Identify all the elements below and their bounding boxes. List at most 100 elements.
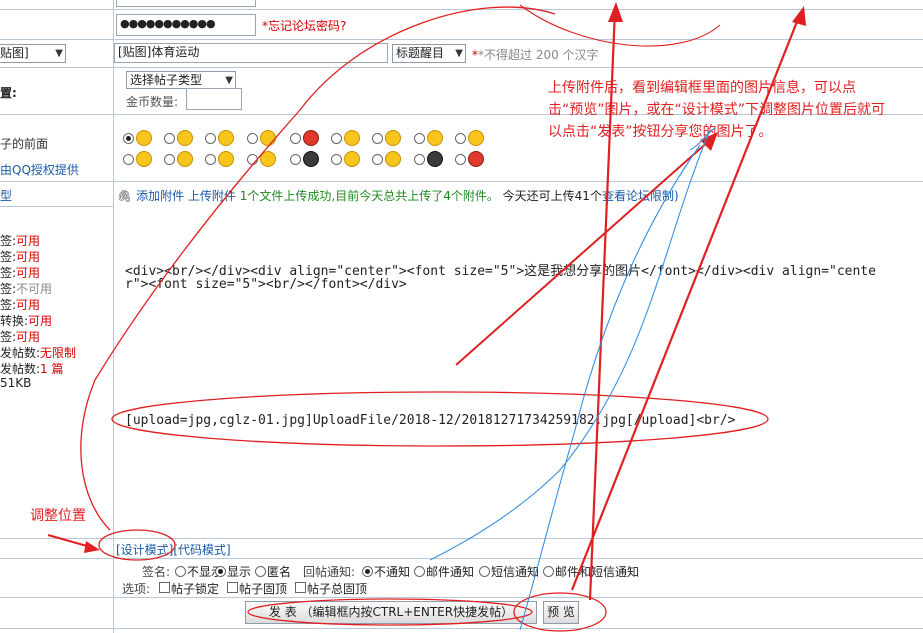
permission-value: 无限制: [40, 346, 77, 360]
paperclip-icon: 🖇: [117, 189, 133, 203]
smiley-icon: [177, 130, 193, 146]
permission-row: 转换:可用: [0, 312, 52, 329]
sign-show-radio[interactable]: [215, 566, 226, 577]
title-highlight-select[interactable]: 标题醒目 ▼: [392, 44, 466, 63]
password-field[interactable]: ●●●●●●●●●●●: [116, 14, 256, 36]
emoticon-radio[interactable]: [331, 133, 342, 144]
emoticon-radio[interactable]: [290, 133, 301, 144]
emoticon-radio[interactable]: [455, 154, 466, 165]
annotation-note: 上传附件后，看到编辑框里面的图片信息，可以点击“预览”图片，或在“设计模式”下调…: [548, 80, 886, 140]
smiley-icon: [218, 151, 234, 167]
notify-mail-label: 邮件通知: [426, 565, 475, 579]
permission-row: 发帖数:无限制: [0, 344, 76, 361]
global-pin-label: 帖子总固顶: [307, 582, 368, 596]
smiley-icon: [427, 130, 443, 146]
smiley-icon: [303, 130, 319, 146]
permission-value: 1 篇: [40, 362, 64, 376]
arrowhead-submit-up: [608, 2, 623, 22]
lock-post-checkbox[interactable]: [159, 582, 170, 593]
permission-row: 签:可用: [0, 296, 40, 313]
permission-name: 签:: [0, 250, 17, 264]
notify-none-radio[interactable]: [362, 566, 373, 577]
emoticon-radio[interactable]: [331, 154, 342, 165]
chevron-down-icon: ▼: [55, 48, 63, 59]
smiley-icon: [385, 130, 401, 146]
notify-mail-radio[interactable]: [414, 566, 425, 577]
chevron-down-icon: ▼: [455, 48, 463, 59]
emoticon-radio[interactable]: [164, 133, 175, 144]
smiley-icon: [260, 130, 276, 146]
sign-anon-radio[interactable]: [255, 566, 266, 577]
permission-row: 签:可用: [0, 328, 40, 345]
smiley-icon: [136, 151, 152, 167]
global-pin-checkbox[interactable]: [295, 582, 306, 593]
smiley-icon: [468, 130, 484, 146]
editor-upload-tag: [upload=jpg,cglz-01.jpg]UploadFile/2018-…: [125, 413, 736, 428]
emoticon-radio[interactable]: [290, 154, 301, 165]
permission-name: 发帖数:: [0, 346, 41, 360]
attachment-bar: 🖇 添加附件 上传附件 1个文件上传成功,目前今天总共上传了4个附件。 今天还可…: [117, 187, 679, 204]
emoticon-radio[interactable]: [205, 133, 216, 144]
emoticon-radio[interactable]: [414, 133, 425, 144]
sign-hide-radio[interactable]: [175, 566, 186, 577]
add-attachment-link[interactable]: 添加附件: [136, 189, 184, 203]
permission-row: 发帖数:1 篇: [0, 360, 64, 377]
smiley-icon: [260, 151, 276, 167]
permission-value: 可用: [16, 250, 41, 264]
emoticon-radio[interactable]: [123, 154, 134, 165]
permission-name: 签:: [0, 298, 17, 312]
pin-post-checkbox[interactable]: [227, 582, 238, 593]
notify-label: 回帖通知:: [303, 565, 356, 579]
title-input[interactable]: [贴图]体育运动: [114, 43, 388, 63]
smiley-icon: [468, 151, 484, 167]
emoticon-radio[interactable]: [123, 133, 134, 144]
type-row-label: 置:: [0, 86, 17, 100]
options-label: 选项:: [122, 582, 151, 596]
attach-row-label: 型: [0, 189, 13, 203]
post-type-select[interactable]: 选择帖子类型 ▼: [126, 71, 236, 89]
submit-post-button[interactable]: 发 表 （编辑框内按CTRL+ENTER快捷发帖）: [245, 601, 537, 624]
permission-name: 签:: [0, 234, 17, 248]
code-mode-link[interactable]: [代码模式]: [173, 543, 230, 557]
post-editor[interactable]: <div><br/></div><div align="center"><fon…: [114, 206, 923, 538]
forgot-password-link[interactable]: *忘记论坛密码?: [262, 19, 346, 33]
permission-row: 签:不可用: [0, 280, 52, 297]
emoticon-radio[interactable]: [372, 133, 383, 144]
emoticon-radio[interactable]: [372, 154, 383, 165]
permission-row: 签:可用: [0, 264, 40, 281]
emoticon-radio[interactable]: [205, 154, 216, 165]
preview-button[interactable]: 预 览: [543, 601, 579, 624]
smiley-icon: [385, 151, 401, 167]
sign-label: 签名:: [142, 565, 171, 579]
qq-provider-link[interactable]: 由QQ授权提供: [0, 161, 79, 178]
notify-mail-sms-radio[interactable]: [543, 566, 554, 577]
sign-anon-label: 匿名: [267, 565, 292, 579]
permission-value: 不可用: [16, 282, 53, 296]
notify-sms-radio[interactable]: [479, 566, 490, 577]
title-prefix-select[interactable]: 贴图] ▼: [0, 44, 66, 63]
upload-attachment-link[interactable]: 上传附件: [188, 189, 236, 203]
permission-row: 51KB: [0, 376, 31, 390]
username-field[interactable]: [116, 0, 256, 7]
smiley-icon: [177, 151, 193, 167]
permission-name: 51KB: [0, 376, 32, 390]
smiley-icon: [427, 151, 443, 167]
coin-label: 金币数量:: [126, 95, 179, 109]
permission-name: 签:: [0, 266, 17, 280]
emoticon-radio[interactable]: [247, 154, 258, 165]
coin-input[interactable]: [186, 88, 242, 110]
pin-post-label: 帖子固顶: [239, 582, 288, 596]
editor-html-line2: r"><font size="5"><br/></font></div>: [125, 277, 407, 292]
emoticon-radio[interactable]: [164, 154, 175, 165]
view-limit-link[interactable]: 查看论坛限制): [602, 189, 679, 203]
design-mode-link[interactable]: [设计模式]: [116, 543, 173, 557]
emoticon-radio[interactable]: [455, 133, 466, 144]
smiley-icon: [344, 151, 360, 167]
emoticon-label: 子的前面: [0, 137, 49, 151]
permission-name: 签:: [0, 282, 17, 296]
arrowhead-adjust: [84, 541, 100, 553]
permission-value: 可用: [16, 266, 41, 280]
emoticon-radio[interactable]: [247, 133, 258, 144]
emoticon-radio[interactable]: [414, 154, 425, 165]
permission-row: 签:可用: [0, 232, 40, 249]
